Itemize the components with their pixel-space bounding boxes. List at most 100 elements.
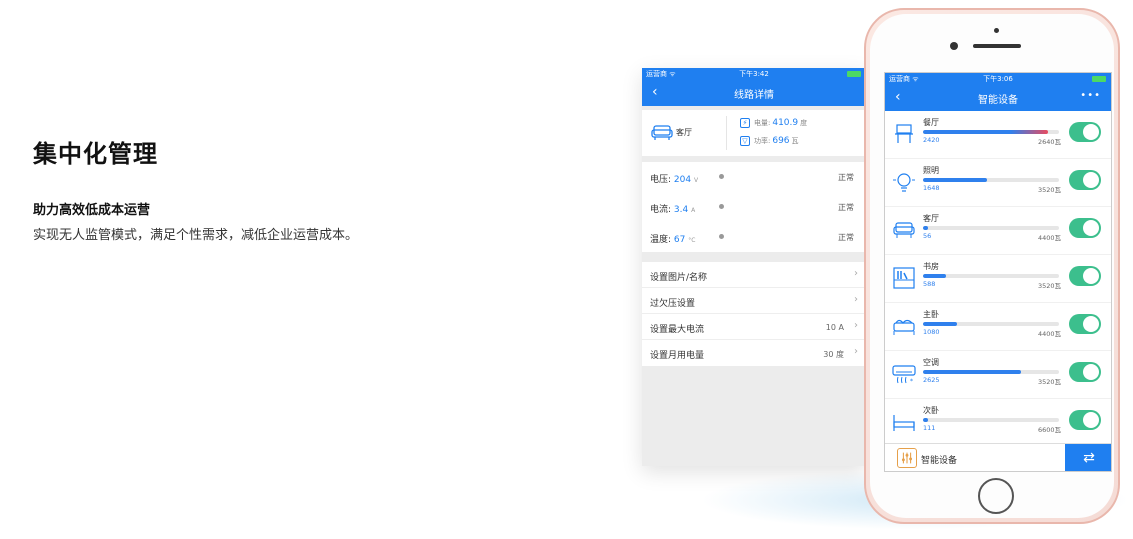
sensor-icon xyxy=(994,28,999,33)
usage-fill xyxy=(923,274,947,278)
device-usage-value: 111 xyxy=(923,424,936,432)
device-row[interactable]: 主卧 1080 4400瓦 xyxy=(885,303,1111,351)
usage-fill xyxy=(923,322,957,326)
toggle-knob xyxy=(1083,172,1099,188)
usage-fill xyxy=(923,226,929,230)
bookshelf-icon xyxy=(893,267,915,289)
device-usage-value: 56 xyxy=(923,232,932,240)
device-row[interactable]: 书房 588 3520瓦 xyxy=(885,255,1111,303)
device-max-power: 3520瓦 xyxy=(1037,282,1061,290)
device-max-power: 4400瓦 xyxy=(1037,330,1061,338)
line-detail-screen: 运营商 ᯤ 下午3:42 ‹ 线路详情 客厅 ⚡ 电量: 410.9 度 ▽ 功… xyxy=(642,68,866,466)
divider xyxy=(726,116,727,150)
section-description: 实现无人监管模式，满足个性需求，减低企业运营成本。 xyxy=(33,228,359,243)
power-toggle[interactable] xyxy=(1069,410,1101,430)
bed-icon xyxy=(893,319,915,335)
device-row[interactable]: 次卧 111 6600瓦 xyxy=(885,399,1111,447)
back-icon[interactable]: ‹ xyxy=(895,89,901,105)
power-toggle[interactable] xyxy=(1069,170,1101,190)
chevron-right-icon: › xyxy=(854,346,858,357)
section-title: 集中化管理 xyxy=(33,140,158,168)
usage-bar xyxy=(923,322,1059,326)
toggle-knob xyxy=(1083,124,1099,140)
device-name: 书房 xyxy=(923,262,939,271)
smart-devices-screen: 运营商 ᯤ 下午3:06 ‹ 智能设备 ••• 餐厅 2420 2640瓦 照明 164… xyxy=(884,72,1112,472)
switch-view-button[interactable]: ⇄ xyxy=(1065,444,1111,471)
sofa-icon xyxy=(651,125,673,140)
usage-bar xyxy=(923,370,1059,374)
current-value: 3.4 xyxy=(673,205,689,215)
device-usage-value: 1080 xyxy=(923,328,940,336)
nav-bar: ‹ 智能设备 ••• xyxy=(885,85,1111,111)
intro-section: 集中化管理 助力高效低成本运营 实现无人监管模式，满足个性需求，减低企业运营成本… xyxy=(33,134,553,243)
home-button[interactable] xyxy=(978,478,1014,514)
bulb-icon xyxy=(893,173,915,192)
current-row: 电流: 3.4 A 正常 xyxy=(650,203,854,215)
device-usage-value: 2420 xyxy=(923,136,940,144)
voltage-state: 正常 xyxy=(838,173,854,182)
phone-mockup: 运营商 ᯤ 下午3:06 ‹ 智能设备 ••• 餐厅 2420 2640瓦 照明 164… xyxy=(864,8,1120,524)
device-row[interactable]: 照明 1648 3520瓦 xyxy=(885,159,1111,207)
single-bed-icon xyxy=(893,415,915,431)
device-row[interactable]: * 空调 2625 3520瓦 xyxy=(885,351,1111,399)
nav-title: 智能设备 xyxy=(978,94,1018,106)
back-icon[interactable]: ‹ xyxy=(652,84,658,100)
settings-item-monthly-usage[interactable]: 设置月用电量 30 度 › xyxy=(642,340,866,366)
usage-bar xyxy=(923,226,1059,230)
device-name: 空调 xyxy=(923,358,939,367)
energy-value: 410.9 xyxy=(772,118,799,128)
device-max-power: 4400瓦 xyxy=(1037,234,1061,242)
device-max-power: 6600瓦 xyxy=(1037,426,1061,434)
voltage-value: 204 xyxy=(673,175,692,185)
settings-item-image-name[interactable]: 设置图片/名称 › xyxy=(642,262,866,288)
toggle-knob xyxy=(1083,364,1099,380)
device-usage-value: 2625 xyxy=(923,376,940,384)
device-name: 次卧 xyxy=(923,406,939,415)
device-row[interactable]: 餐厅 2420 2640瓦 xyxy=(885,111,1111,159)
toggle-knob xyxy=(1083,220,1099,236)
temperature-value: 67 xyxy=(673,235,686,245)
status-time: 下午3:06 xyxy=(983,75,1013,83)
device-name: 客厅 xyxy=(923,214,939,223)
voltage-row: 电压: 204 V 正常 xyxy=(650,173,854,185)
power-metric: ▽ 功率: 696 瓦 xyxy=(740,136,799,146)
settings-item-max-current[interactable]: 设置最大电流 10 A › xyxy=(642,314,866,340)
lightning-icon: ⚡ xyxy=(740,118,750,128)
speaker-icon xyxy=(973,44,1021,48)
room-name: 客厅 xyxy=(676,128,692,137)
usage-fill xyxy=(923,370,1021,374)
power-toggle[interactable] xyxy=(1069,122,1101,142)
power-value: 696 xyxy=(772,136,790,146)
toggle-knob xyxy=(1083,268,1099,284)
power-toggle[interactable] xyxy=(1069,362,1101,382)
usage-bar xyxy=(923,274,1059,278)
device-usage-value: 588 xyxy=(923,280,936,288)
temperature-state: 正常 xyxy=(838,233,854,242)
more-icon[interactable]: ••• xyxy=(1080,90,1101,101)
settings-list: 设置图片/名称 › 过欠压设置 › 设置最大电流 10 A › 设置月用电量 3… xyxy=(642,262,866,366)
status-dot-icon xyxy=(719,174,724,179)
device-name: 照明 xyxy=(923,166,939,175)
chevron-right-icon: › xyxy=(854,320,858,331)
nav-title: 线路详情 xyxy=(734,89,774,101)
chevron-right-icon: › xyxy=(854,294,858,305)
battery-icon xyxy=(1092,76,1106,82)
settings-item-voltage[interactable]: 过欠压设置 › xyxy=(642,288,866,314)
power-toggle[interactable] xyxy=(1069,266,1101,286)
power-toggle[interactable] xyxy=(1069,314,1101,334)
front-camera-icon xyxy=(950,42,958,50)
smart-device-icon[interactable] xyxy=(897,448,917,468)
power-toggle[interactable] xyxy=(1069,218,1101,238)
device-usage-value: 1648 xyxy=(923,184,940,192)
usage-bar xyxy=(923,418,1059,422)
current-state: 正常 xyxy=(838,203,854,212)
status-time: 下午3:42 xyxy=(739,70,769,78)
usage-fill xyxy=(923,130,1049,134)
toggle-knob xyxy=(1083,412,1099,428)
dining-icon xyxy=(895,124,913,143)
air-conditioner-icon: * xyxy=(892,365,916,385)
device-max-power: 3520瓦 xyxy=(1037,378,1061,386)
battery-icon xyxy=(847,71,861,77)
device-list: 餐厅 2420 2640瓦 照明 1648 3520瓦 客厅 56 4400瓦 书房 588 3520… xyxy=(885,111,1111,447)
device-row[interactable]: 客厅 56 4400瓦 xyxy=(885,207,1111,255)
